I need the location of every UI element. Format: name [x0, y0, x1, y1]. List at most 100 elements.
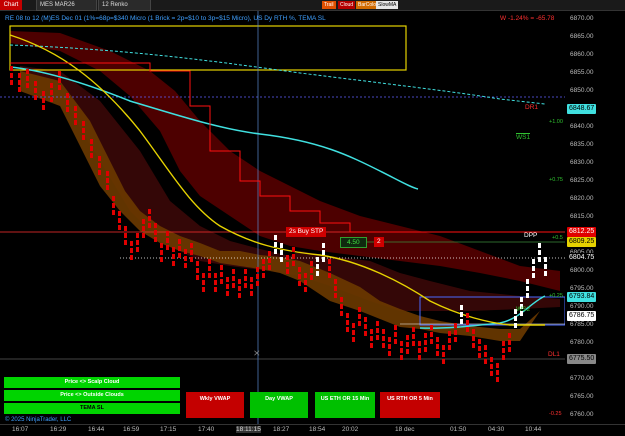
renko-brick	[82, 128, 85, 133]
renko-brick	[328, 266, 331, 271]
renko-brick	[496, 370, 499, 375]
renko-brick	[316, 257, 319, 262]
renko-brick	[370, 329, 373, 334]
level-mark: +0.75	[549, 177, 563, 183]
renko-brick	[538, 243, 541, 248]
chart-plot-area[interactable]: RE 08 to 12 (M)ES Dec 01 (1%=68p=$340 Mi…	[0, 11, 565, 424]
renko-brick	[148, 216, 151, 221]
renko-brick	[184, 263, 187, 268]
renko-brick	[280, 243, 283, 248]
cloud-toggle-button[interactable]: Cloud	[338, 1, 356, 9]
renko-brick	[58, 78, 61, 83]
time-tick: 18 dec	[395, 426, 415, 433]
renko-brick	[142, 219, 145, 224]
renko-brick	[502, 355, 505, 360]
renko-brick	[526, 286, 529, 291]
renko-brick	[352, 337, 355, 342]
outside-clouds-button[interactable]: Price <> Outside Clouds	[4, 390, 180, 401]
time-axis[interactable]: 16:07 16:29 16:44 16:59 17:15 17:40 18:11:15 18…	[0, 424, 625, 436]
renko-brick	[430, 339, 433, 344]
renko-brick	[178, 246, 181, 251]
renko-brick	[364, 324, 367, 329]
chart-tab[interactable]: Chart	[0, 0, 22, 10]
level-mark: +1.00	[549, 119, 563, 125]
renko-brick	[382, 329, 385, 334]
ws1-label: WS1	[516, 133, 531, 141]
renko-brick	[196, 268, 199, 273]
renko-brick	[454, 337, 457, 342]
renko-brick	[42, 91, 45, 96]
renko-brick	[66, 93, 69, 98]
renko-brick	[106, 171, 109, 176]
renko-brick	[214, 287, 217, 292]
renko-brick	[310, 268, 313, 273]
renko-brick	[298, 267, 301, 272]
time-tick: 16:29	[50, 426, 67, 433]
renko-brick	[460, 305, 463, 310]
renko-brick	[166, 245, 169, 250]
price-marker-p5: 6793.84	[567, 292, 597, 302]
time-tick: 16:44	[88, 426, 105, 433]
renko-brick	[190, 250, 193, 255]
renko-brick	[90, 146, 93, 151]
renko-brick	[280, 250, 283, 255]
renko-brick	[256, 267, 259, 272]
tema-sl-button[interactable]: TEMA SL	[4, 403, 180, 414]
renko-brick	[520, 297, 523, 302]
buy-stop-order[interactable]: 2s Buy STP	[286, 227, 327, 237]
renko-brick	[112, 203, 115, 208]
renko-brick	[454, 330, 457, 335]
renko-brick	[34, 81, 37, 86]
renko-brick	[412, 334, 415, 339]
renko-brick	[82, 121, 85, 126]
level-mark: -0.25	[549, 411, 562, 417]
renko-brick	[136, 240, 139, 245]
wkly-vwap-button[interactable]: Wkly VWAP	[186, 392, 244, 418]
copyright-text: © 2025 NinjaTrader, LLC	[5, 417, 72, 423]
renko-brick	[154, 237, 157, 242]
dpp-label: DPP	[524, 232, 538, 239]
renko-brick	[18, 80, 21, 85]
renko-brick	[10, 73, 13, 78]
renko-brick	[466, 320, 469, 325]
renko-brick	[220, 272, 223, 277]
renko-brick	[226, 291, 229, 296]
price-axis[interactable]: 6870.006865.006860.006855.006850.006845.…	[565, 11, 625, 424]
renko-brick	[286, 262, 289, 267]
day-vwap-button[interactable]: Day VWAP	[250, 392, 308, 418]
trail-toggle-button[interactable]: Trail	[322, 1, 336, 9]
us-rth-or-button[interactable]: US RTH OR 5 Min	[380, 392, 440, 418]
renko-brick	[274, 235, 277, 240]
crosshair-icon: ⨯	[253, 348, 261, 358]
us-eth-or-button[interactable]: US ETH OR 15 Min	[315, 392, 375, 418]
renko-brick	[436, 337, 439, 342]
renko-brick	[112, 196, 115, 201]
renko-brick	[532, 266, 535, 271]
renko-brick	[334, 286, 337, 291]
renko-brick	[418, 341, 421, 346]
bar-type-selector[interactable]: 12 Renko	[98, 0, 151, 11]
renko-brick	[412, 327, 415, 332]
renko-brick	[346, 313, 349, 318]
renko-brick	[220, 265, 223, 270]
renko-brick	[388, 337, 391, 342]
contracts-tag[interactable]: 2	[374, 237, 384, 247]
renko-brick	[232, 276, 235, 281]
renko-brick	[208, 266, 211, 271]
scalp-cloud-button[interactable]: Price <> Scalp Cloud	[4, 377, 180, 388]
renko-brick	[508, 333, 511, 338]
renko-brick	[292, 254, 295, 259]
renko-brick	[190, 257, 193, 262]
renko-brick	[268, 251, 271, 256]
price-marker-p3: 6809.25	[567, 237, 597, 247]
entry-price-tag[interactable]: 4.50	[340, 237, 367, 248]
renko-brick	[250, 284, 253, 289]
renko-brick	[166, 238, 169, 243]
slowma-toggle-button[interactable]: SlowMA	[376, 1, 399, 9]
price-tick: 6765.00	[570, 393, 594, 400]
instrument-selector[interactable]: MES MAR26	[36, 0, 97, 11]
renko-brick	[334, 293, 337, 298]
renko-brick	[472, 336, 475, 341]
renko-brick	[304, 273, 307, 278]
renko-brick	[268, 258, 271, 263]
